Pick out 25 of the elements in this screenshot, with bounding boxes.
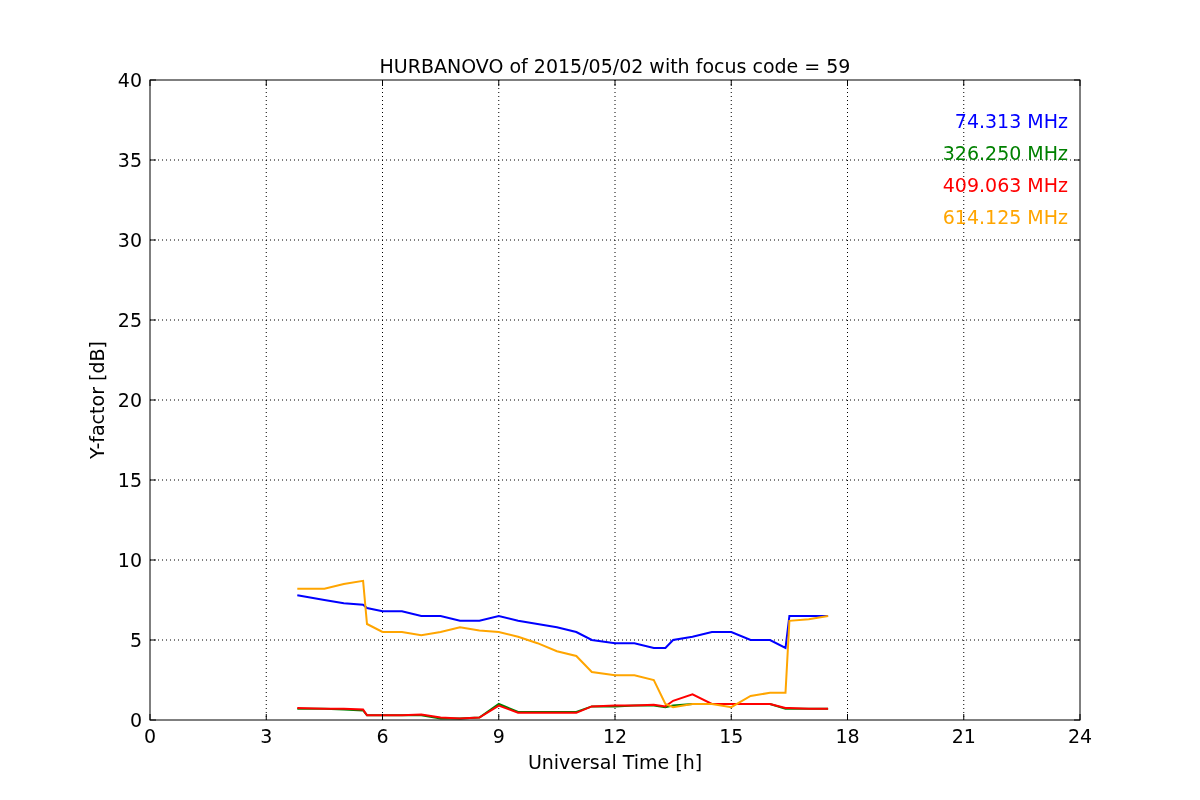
x-tick-label: 21 [951,725,976,747]
x-tick-label: 0 [143,725,157,747]
y-tick-label: 20 [117,389,142,411]
y-tick-label: 40 [117,69,142,91]
y-tick-label: 0 [129,709,142,731]
legend-label: 409.063 MHz [942,174,1068,196]
x-tick-label: 15 [719,725,744,747]
x-tick-label: 6 [376,725,389,747]
legend-label: 614.125 MHz [942,206,1068,228]
x-tick-label: 9 [492,725,505,747]
legend-label: 326.250 MHz [942,142,1068,164]
y-tick-label: 10 [117,549,142,571]
x-tick-label: 3 [260,725,273,747]
y-tick-label: 15 [117,469,142,491]
x-tick-label: 18 [835,725,860,747]
x-tick-label: 24 [1067,725,1093,747]
y-tick-label: 30 [117,229,142,251]
legend-label: 74.313 MHz [954,110,1068,132]
x-axis-label: Universal Time [h] [527,751,703,773]
y-tick-label: 5 [129,629,142,651]
y-tick-label: 35 [117,149,142,171]
y-tick-label: 25 [117,309,142,331]
chart-title: HURBANOVO of 2015/05/02 with focus code = 59 [379,55,851,77]
y-axis-label: Y-factor [dB] [86,341,108,459]
x-tick-label: 12 [602,725,628,747]
